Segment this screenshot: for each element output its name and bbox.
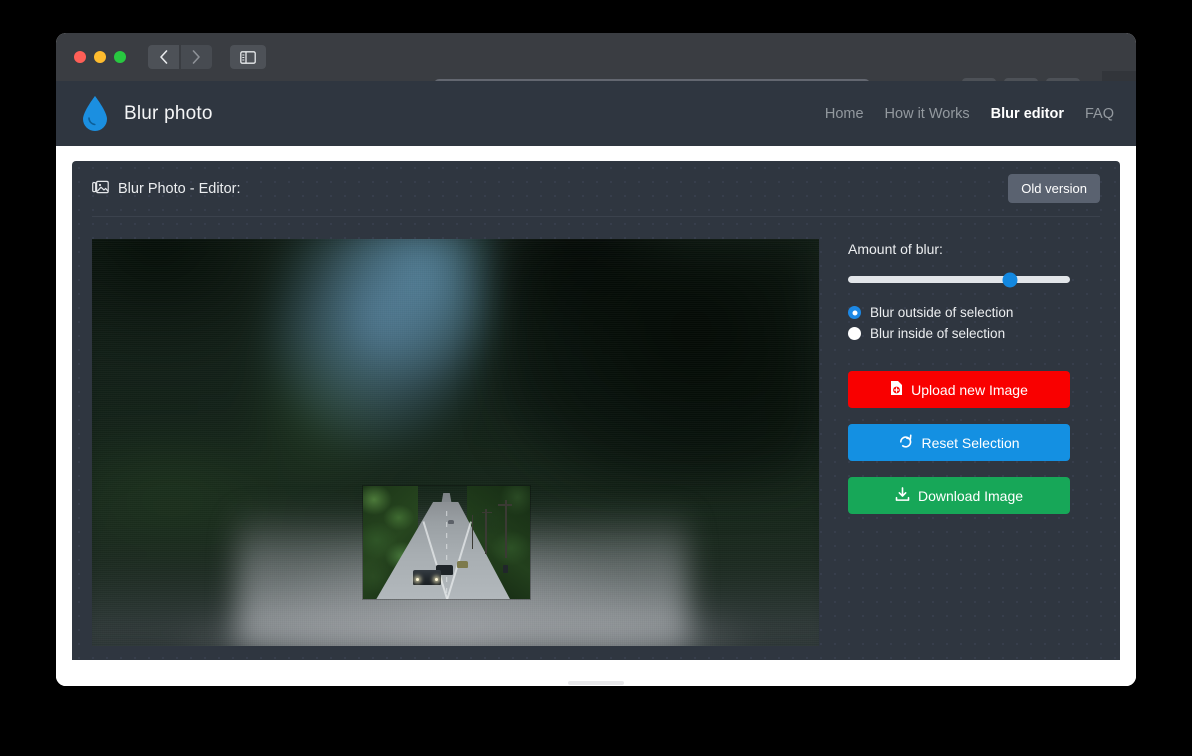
navigation-buttons: [148, 45, 212, 69]
panel-header: Blur Photo - Editor: Old version: [92, 161, 1100, 217]
page-body: Blur Photo - Editor: Old version Amount …: [56, 146, 1136, 686]
radio-blur-outside[interactable]: Blur outside of selection: [848, 305, 1100, 320]
radio-outside-label: Blur outside of selection: [870, 305, 1014, 320]
water-drop-icon: [80, 95, 110, 133]
images-icon: [92, 180, 109, 198]
nav-link-how-it-works[interactable]: How it Works: [885, 106, 970, 122]
radio-inside-label: Blur inside of selection: [870, 326, 1006, 341]
nav-link-faq[interactable]: FAQ: [1085, 106, 1114, 122]
page-title: Blur Photo - Editor:: [92, 180, 241, 198]
site-nav: Home How it Works Blur editor FAQ: [825, 106, 1114, 122]
chevron-left-icon: [160, 50, 168, 64]
reset-selection-button[interactable]: Reset Selection: [848, 424, 1070, 461]
roadside-bin: [503, 565, 509, 573]
redo-icon: [898, 434, 913, 452]
editor-panel: Blur Photo - Editor: Old version Amount …: [72, 161, 1120, 677]
old-version-button[interactable]: Old version: [1008, 174, 1100, 203]
utility-pole-arm: [481, 511, 492, 514]
chevron-right-icon: [192, 50, 200, 64]
window-resize-handle[interactable]: [568, 681, 624, 685]
brand-name: Blur photo: [124, 102, 213, 124]
headlight-icon: [416, 578, 420, 582]
image-canvas[interactable]: [92, 239, 819, 646]
car-oncoming: [456, 560, 469, 569]
car-foreground: [413, 569, 442, 586]
browser-titlebar: bl.loc: [56, 33, 1136, 111]
download-icon: [895, 486, 910, 505]
close-window-button[interactable]: [74, 51, 86, 63]
back-button[interactable]: [148, 45, 179, 69]
blur-amount-slider-row: [848, 272, 1100, 287]
controls-panel: Amount of blur: Blur outside of selectio…: [848, 239, 1100, 646]
slider-thumb[interactable]: [1002, 272, 1018, 287]
editor-area: Amount of blur: Blur outside of selectio…: [92, 217, 1100, 646]
brand[interactable]: Blur photo: [80, 95, 213, 133]
blur-amount-slider[interactable]: [848, 272, 1070, 287]
radio-inside-indicator[interactable]: [848, 327, 861, 340]
blurred-dark-region: [499, 239, 819, 492]
minimize-window-button[interactable]: [94, 51, 106, 63]
file-upload-icon: [890, 380, 903, 399]
road-center-line: [445, 510, 448, 599]
maximize-window-button[interactable]: [114, 51, 126, 63]
utility-pole: [505, 499, 507, 559]
sidebar-toggle-button[interactable]: [230, 45, 266, 69]
download-image-button[interactable]: Download Image: [848, 477, 1070, 514]
sharp-photo-region: [363, 486, 530, 599]
download-button-label: Download Image: [917, 487, 1024, 504]
upload-new-image-button[interactable]: Upload new Image: [848, 371, 1070, 408]
blur-amount-label: Amount of blur:: [848, 241, 943, 257]
reset-button-label: Reset Selection: [921, 434, 1020, 451]
nav-link-blur-editor[interactable]: Blur editor: [991, 106, 1064, 122]
site-header: Blur photo Home How it Works Blur editor…: [56, 81, 1136, 146]
utility-pole-arm: [498, 504, 512, 506]
car-distant: [448, 519, 454, 525]
page-title-text: Blur Photo - Editor:: [118, 180, 241, 197]
browser-window: bl.loc: [56, 33, 1136, 686]
utility-pole: [485, 508, 487, 554]
forward-button[interactable]: [181, 45, 212, 69]
sidebar-toggle-icon: [240, 50, 256, 64]
headlight-icon: [435, 578, 439, 582]
utility-pole: [471, 515, 474, 550]
upload-button-label: Upload new Image: [911, 381, 1028, 398]
selection-rectangle[interactable]: [363, 486, 530, 599]
window-footer: [56, 660, 1136, 686]
traffic-lights: [74, 51, 126, 63]
nav-link-home[interactable]: Home: [825, 106, 864, 122]
radio-blur-inside[interactable]: Blur inside of selection: [848, 326, 1100, 341]
radio-outside-indicator[interactable]: [848, 306, 861, 319]
